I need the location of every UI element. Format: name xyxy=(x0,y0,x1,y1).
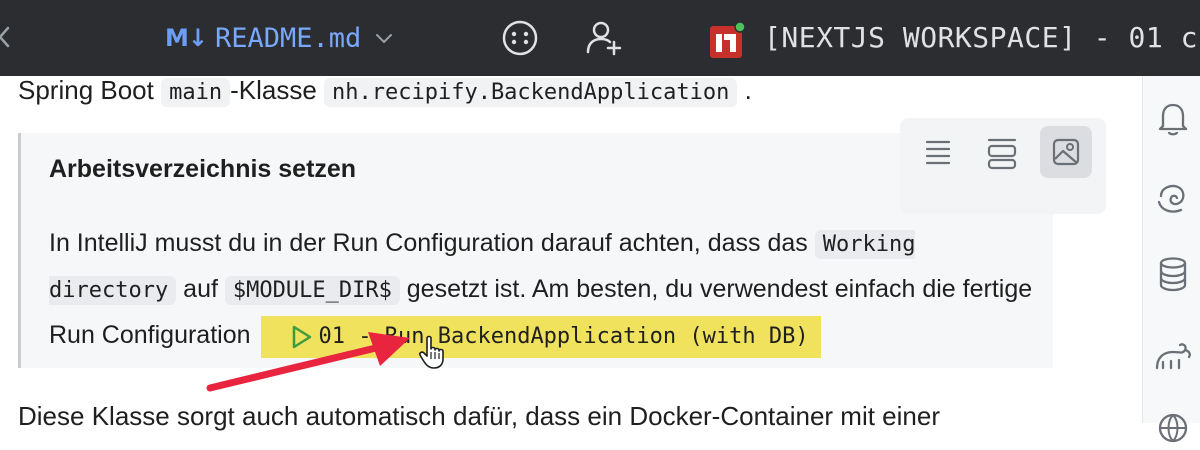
gradle-icon[interactable] xyxy=(1151,334,1195,378)
inline-code-module-dir: $MODULE_DIR$ xyxy=(224,276,400,305)
line1-middle: -Klasse xyxy=(230,75,324,105)
view-mode-toolbar xyxy=(900,118,1106,214)
preview-view-icon[interactable] xyxy=(1040,126,1092,178)
project-badge-icon[interactable] xyxy=(710,22,746,58)
file-tab-label: README.md xyxy=(215,22,362,54)
callout-box: Arbeitsverzeichnis setzen In IntelliJ mu… xyxy=(18,133,1053,368)
inline-code-class: nh.recipify.BackendApplication xyxy=(324,78,738,107)
more-options-icon[interactable] xyxy=(500,18,540,58)
callout-text-1: In IntelliJ musst du in der Run Configur… xyxy=(49,229,815,257)
chevron-left-icon[interactable] xyxy=(0,22,14,52)
right-tool-strip xyxy=(1142,76,1200,443)
title-bar: M↓ README.md [NEXTJS WORKSPACE] - 01 c xyxy=(0,0,1200,76)
add-user-icon[interactable] xyxy=(584,18,624,58)
list-view-icon[interactable] xyxy=(912,126,964,178)
doc-paragraph-docker: Diese Klasse sorgt auch automatisch dafü… xyxy=(18,401,940,431)
database-icon[interactable] xyxy=(1151,252,1195,296)
doc-paragraph-class-line: Spring Boot main -Klasse nh.recipify.Back… xyxy=(18,70,752,110)
annotation-arrow xyxy=(206,332,410,392)
markdown-icon: M↓ xyxy=(165,24,208,52)
split-view-icon[interactable] xyxy=(976,126,1028,178)
notifications-icon[interactable] xyxy=(1151,96,1195,140)
hand-cursor-icon xyxy=(419,335,444,369)
swirl-icon[interactable] xyxy=(1151,176,1195,220)
callout-text-2: auf xyxy=(176,275,225,303)
callout-title: Arbeitsverzeichnis setzen xyxy=(49,155,357,183)
globe-icon[interactable] xyxy=(1151,406,1195,450)
inline-code-main: main xyxy=(161,78,231,107)
line1-prefix: Spring Boot xyxy=(18,75,162,105)
line1-suffix: . xyxy=(737,75,752,105)
project-title[interactable]: [NEXTJS WORKSPACE] - 01 c xyxy=(764,18,1198,58)
vertical-scrollbar[interactable] xyxy=(1114,76,1142,423)
file-tab-readme[interactable]: M↓ README.md xyxy=(165,18,395,58)
chevron-down-icon[interactable] xyxy=(373,27,395,49)
